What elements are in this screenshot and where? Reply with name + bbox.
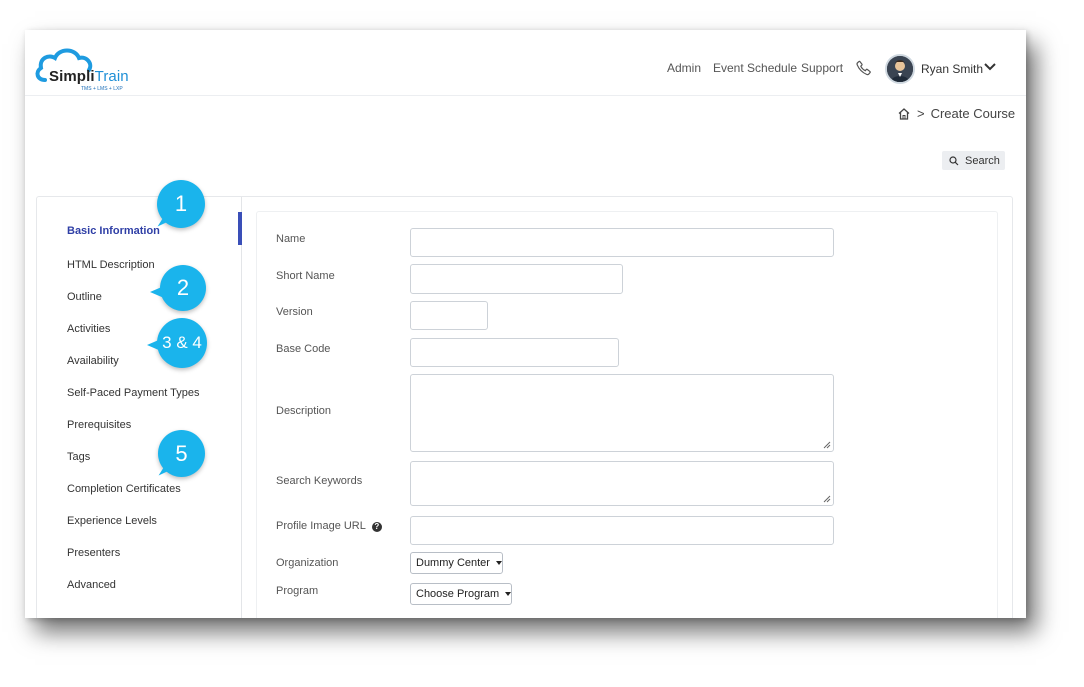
home-icon[interactable] [897,107,911,121]
sidebar-item-advanced[interactable]: Advanced [67,579,116,591]
search-keywords-textarea[interactable] [410,461,834,506]
callout-1: 1 [157,180,205,228]
sidebar-item-basic-information[interactable]: Basic Information [67,225,160,237]
search-label: Search [965,154,1000,167]
program-select[interactable]: Choose Program [410,583,512,605]
breadcrumb-separator: > [917,106,925,121]
sidebar-item-experience-levels[interactable]: Experience Levels [67,515,157,527]
callout-5: 5 [158,430,205,477]
name-input[interactable] [410,228,834,257]
simplitrain-logo[interactable]: SimpliTrain TMS + LMS + LXP [35,44,145,94]
program-selected-value: Choose Program [416,588,500,600]
user-avatar[interactable] [885,54,915,84]
user-name[interactable]: Ryan Smith [921,62,983,76]
breadcrumb: > Create Course [897,106,1015,121]
avatar-person-icon [887,56,913,82]
base-code-input[interactable] [410,338,619,367]
phone-icon[interactable] [855,59,873,77]
brand-name: SimpliTrain [49,68,129,85]
version-input[interactable] [410,301,488,330]
course-sections-sidebar: Basic Information HTML Description Outli… [37,180,242,618]
sidebar-item-tags[interactable]: Tags [67,451,90,463]
callout-3-and-4: 3 & 4 [147,318,207,368]
chevron-down-icon[interactable] [983,62,997,72]
breadcrumb-current: Create Course [930,106,1016,121]
active-section-indicator [238,212,242,245]
sidebar-item-outline[interactable]: Outline [67,291,102,303]
basic-information-form: Name Short Name Version Base Code Descri… [256,211,998,618]
nav-event-schedule-link[interactable]: Event Schedule [713,61,797,75]
caret-down-icon [505,592,512,596]
callout-2: 2 [150,265,206,311]
organization-label: Organization [276,557,339,569]
nav-support-link[interactable]: Support [801,61,843,75]
app-window: SimpliTrain TMS + LMS + LXP Admin Event … [25,30,1026,618]
short-name-label: Short Name [276,270,335,282]
course-form-card: Basic Information HTML Description Outli… [36,180,1013,618]
resize-grip-icon[interactable] [823,495,831,503]
short-name-input[interactable] [410,264,623,294]
profile-image-url-label: Profile Image URL? [276,520,382,532]
sidebar-item-availability[interactable]: Availability [67,355,119,367]
search-button[interactable]: Search [942,151,1005,170]
resize-grip-icon[interactable] [823,441,831,449]
caret-down-icon [495,561,502,565]
base-code-label: Base Code [276,343,331,355]
top-header: SimpliTrain TMS + LMS + LXP Admin Event … [25,30,1026,96]
name-label: Name [276,233,306,245]
nav-admin-link[interactable]: Admin [667,61,701,75]
sidebar-item-completion-certificates[interactable]: Completion Certificates [67,483,181,495]
sidebar-item-self-paced-payment-types[interactable]: Self-Paced Payment Types [67,387,199,399]
sidebar-item-html-description[interactable]: HTML Description [67,259,155,271]
sidebar-item-presenters[interactable]: Presenters [67,547,120,559]
brand-tagline: TMS + LMS + LXP [81,86,123,92]
help-icon[interactable]: ? [371,522,382,532]
sidebar-item-activities[interactable]: Activities [67,323,110,335]
description-label: Description [276,405,332,417]
profile-image-url-input[interactable] [410,516,834,545]
organization-select[interactable]: Dummy Center [410,552,503,574]
organization-selected-value: Dummy Center [416,557,490,569]
search-icon [949,155,959,165]
program-label: Program [276,585,319,597]
sidebar-item-prerequisites[interactable]: Prerequisites [67,419,131,431]
description-textarea[interactable] [410,374,834,452]
search-keywords-label: Search Keywords [276,475,363,487]
version-label: Version [276,306,313,318]
